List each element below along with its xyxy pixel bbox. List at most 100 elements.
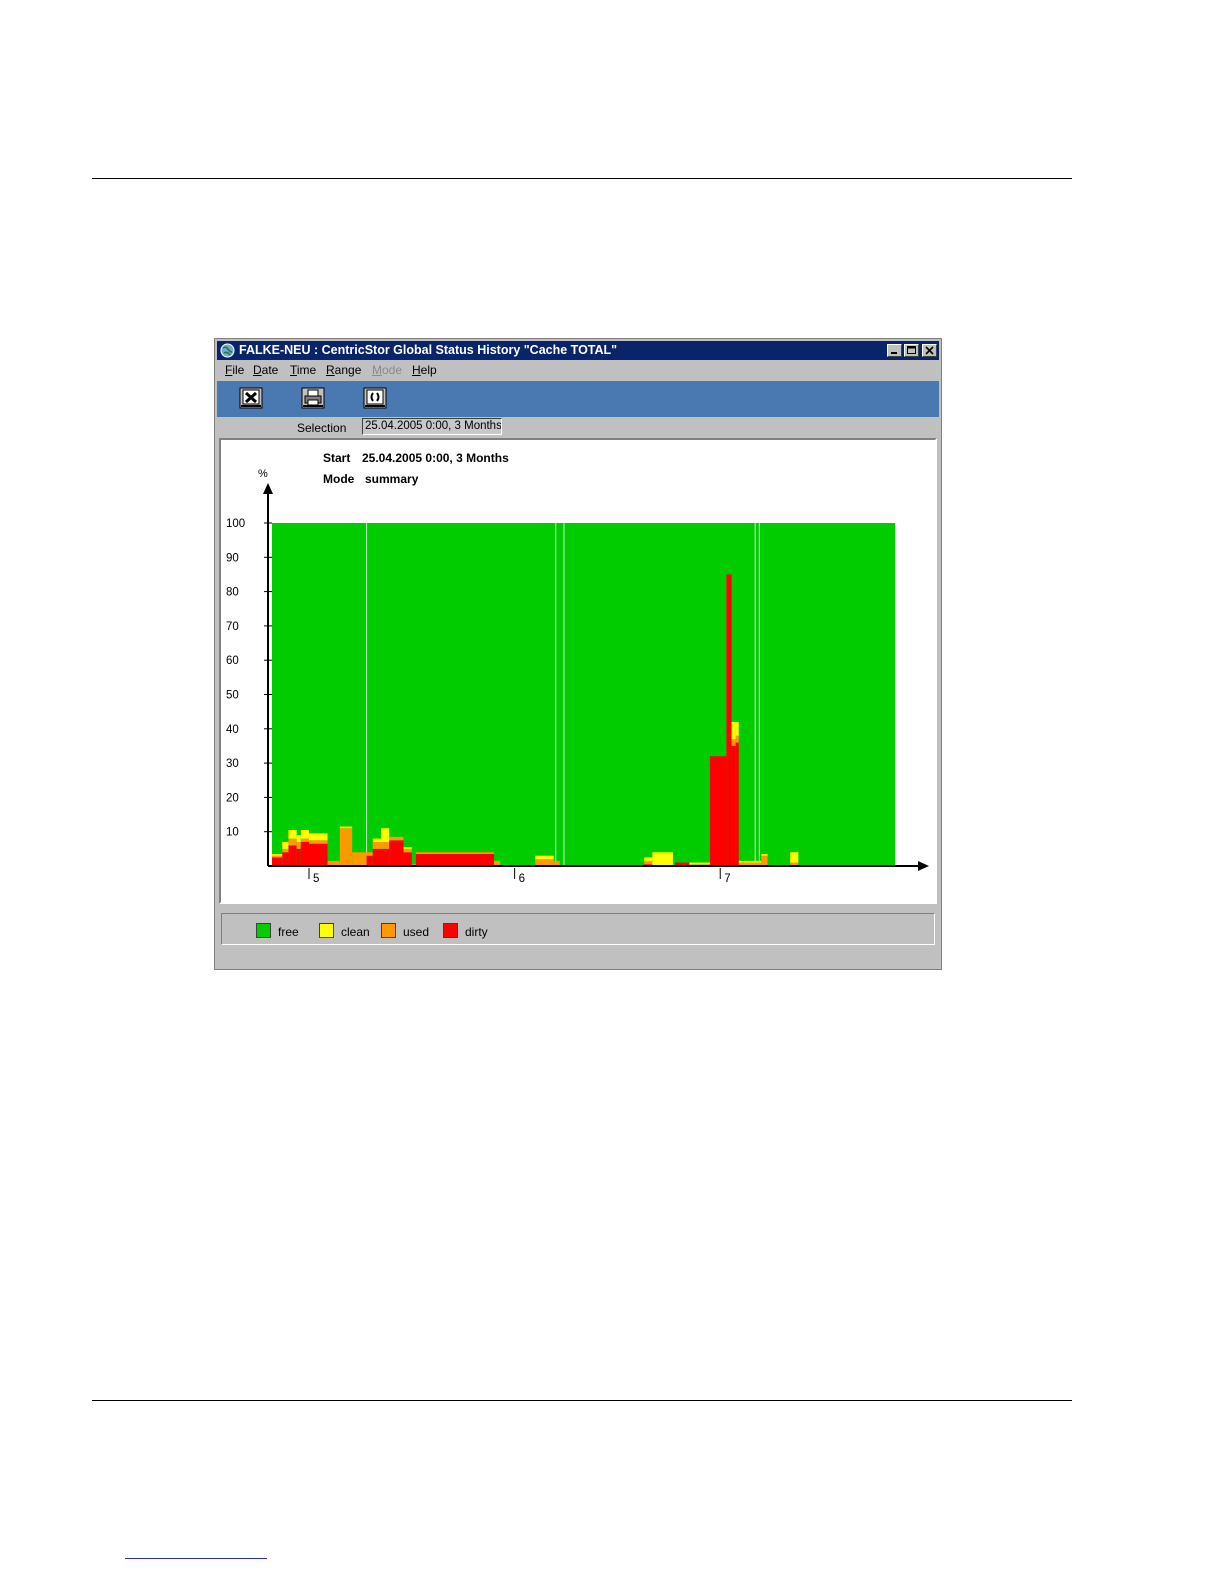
menu-mode-mnemonic: M bbox=[372, 363, 382, 377]
legend-item-dirty: dirty bbox=[443, 923, 488, 939]
footer-rule bbox=[92, 1400, 1072, 1401]
segment-used bbox=[403, 848, 412, 853]
segment-dirty bbox=[372, 848, 381, 866]
segment-dirty bbox=[282, 852, 289, 866]
segment-dirty bbox=[415, 853, 495, 866]
menu-date-mnemonic: D bbox=[253, 363, 262, 377]
selection-field[interactable]: 25.04.2005 0:00, 3 Months bbox=[362, 418, 502, 435]
legend-item-clean: clean bbox=[319, 923, 370, 939]
menu-time-label: ime bbox=[296, 363, 317, 377]
legend-swatch-free bbox=[256, 923, 271, 938]
refresh-icon[interactable] bbox=[363, 387, 387, 409]
menu-file[interactable]: File bbox=[225, 363, 244, 377]
y-axis-label: % bbox=[258, 468, 268, 480]
minimize-button[interactable] bbox=[887, 344, 902, 357]
segment-dirty bbox=[709, 756, 727, 866]
y-tick-label: 10 bbox=[226, 827, 239, 839]
print-icon[interactable] bbox=[301, 387, 325, 409]
legend: free clean used dirty bbox=[221, 913, 935, 945]
segment-used bbox=[288, 838, 297, 846]
menu-date[interactable]: Date bbox=[253, 363, 278, 377]
segment-used bbox=[644, 860, 653, 865]
chart-start-label: Start bbox=[323, 451, 350, 465]
segment-used bbox=[352, 852, 367, 866]
segment-dirty bbox=[403, 852, 412, 866]
legend-label-dirty: dirty bbox=[465, 925, 488, 939]
menu-help-label: elp bbox=[420, 363, 437, 377]
segment-clean bbox=[272, 853, 283, 856]
footer-link-underline bbox=[125, 1558, 267, 1559]
segment-clean bbox=[380, 828, 390, 842]
segment-clean bbox=[309, 833, 328, 841]
maximize-icon bbox=[907, 346, 916, 354]
menu-time-mnemonic: T bbox=[290, 363, 297, 377]
segment-dirty bbox=[288, 845, 297, 866]
legend-label-used: used bbox=[403, 925, 430, 939]
segment-clean bbox=[735, 721, 739, 736]
segment-clean bbox=[403, 847, 412, 849]
segment-used bbox=[761, 855, 768, 866]
segment-clean bbox=[761, 853, 768, 856]
close-icon[interactable] bbox=[239, 387, 263, 409]
chart-start-value: 25.04.2005 0:00, 3 Months bbox=[362, 451, 509, 465]
segment-dirty bbox=[296, 848, 301, 866]
segment-clean bbox=[282, 841, 289, 849]
segment-used bbox=[535, 859, 554, 866]
y-tick-label: 40 bbox=[226, 724, 239, 736]
segment-clean bbox=[300, 829, 310, 839]
chart-mode-value: summary bbox=[365, 472, 419, 486]
segment-used bbox=[415, 852, 495, 854]
segment-clean bbox=[288, 829, 297, 839]
menu-help[interactable]: Help bbox=[412, 363, 437, 377]
segment-used bbox=[389, 836, 404, 841]
menu-help-mnemonic: H bbox=[412, 363, 421, 377]
segment-clean bbox=[644, 857, 653, 861]
segment-used bbox=[339, 828, 353, 866]
segment-dirty bbox=[366, 855, 373, 866]
segment-used bbox=[366, 852, 373, 856]
segment-dirty bbox=[380, 848, 390, 866]
legend-swatch-used bbox=[381, 923, 396, 938]
segment-used bbox=[272, 855, 283, 858]
segment-dirty bbox=[272, 857, 283, 866]
legend-label-free: free bbox=[278, 925, 299, 939]
x-tick-label: 7 bbox=[724, 873, 730, 885]
segment-clean bbox=[738, 860, 762, 863]
segment-used bbox=[372, 841, 381, 849]
x-axis-arrow bbox=[918, 861, 929, 871]
y-axis-arrow bbox=[263, 483, 273, 494]
segment-dirty bbox=[726, 574, 732, 866]
segment-used bbox=[731, 739, 736, 746]
menu-time[interactable]: Time bbox=[290, 363, 316, 377]
segment-clean bbox=[652, 852, 673, 866]
menu-range[interactable]: Range bbox=[326, 363, 361, 377]
close-window-button[interactable] bbox=[922, 344, 937, 357]
segment-used bbox=[282, 848, 289, 853]
minimize-icon bbox=[891, 352, 897, 354]
x-tick-label: 6 bbox=[519, 873, 525, 885]
legend-swatch-clean bbox=[319, 923, 334, 938]
segment-used bbox=[309, 840, 328, 844]
app-globe-icon bbox=[220, 343, 235, 358]
menu-bar: File Date Time Range Mode Help bbox=[217, 361, 939, 380]
x-tick-label: 5 bbox=[313, 873, 319, 885]
history-chart: % 10 20 30 40 50 60 70 80 90 100 5 6 7 Start 25.04.2005… bbox=[219, 438, 937, 904]
segment-clean bbox=[689, 862, 710, 865]
segment-clean bbox=[731, 721, 736, 740]
y-tick-label: 70 bbox=[226, 621, 239, 633]
segment-clean bbox=[296, 835, 301, 842]
series-free-area bbox=[272, 523, 895, 866]
y-tick-label: 100 bbox=[226, 518, 245, 530]
segment-used bbox=[380, 841, 390, 849]
segment-dirty bbox=[735, 742, 739, 866]
maximize-button[interactable] bbox=[904, 344, 919, 357]
toolbar bbox=[217, 381, 939, 417]
legend-swatch-dirty bbox=[443, 923, 458, 938]
segment-dirty bbox=[309, 843, 328, 866]
title-bar[interactable]: FALKE-NEU : CentricStor Global Status Hi… bbox=[217, 341, 939, 360]
window-title: FALKE-NEU : CentricStor Global Status Hi… bbox=[239, 343, 618, 357]
menu-mode: Mode bbox=[372, 363, 402, 377]
status-history-window: FALKE-NEU : CentricStor Global Status Hi… bbox=[214, 338, 942, 970]
close-icon bbox=[925, 346, 934, 355]
chart-canvas: % 10 20 30 40 50 60 70 80 90 100 5 6 7 Start 25.04.2005… bbox=[226, 451, 929, 885]
